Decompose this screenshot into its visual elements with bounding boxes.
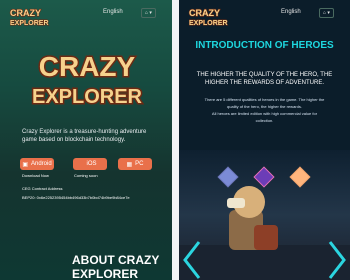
svg-text:EXPLORER: EXPLORER [32, 86, 143, 108]
contract-label: CEG Contract Address [22, 186, 63, 191]
download-now-label: Download Now [22, 173, 49, 178]
small-logo[interactable]: CRAZY EXPLORER [187, 6, 237, 28]
game-logo: CRAZY EXPLORER [30, 50, 144, 110]
heroes-title: INTRODUCTION OF HEROES [195, 40, 334, 51]
top-bar: CRAZY EXPLORER English ⌂ ▾ [179, 0, 350, 30]
pc-button[interactable]: ▦ PC [118, 158, 152, 170]
android-icon: ▣ [22, 161, 28, 168]
language-selector[interactable]: English [281, 9, 301, 15]
left-screen: CRAZY EXPLORER English ⌂ ▾ CRAZY EXPLORE… [0, 0, 172, 280]
svg-text:CRAZY: CRAZY [189, 8, 220, 18]
coming-soon-label: Coming soon [74, 173, 98, 178]
home-icon[interactable]: ⌂ ▾ [141, 8, 156, 18]
small-logo[interactable]: CRAZY EXPLORER [8, 6, 58, 28]
about-title: ABOUT CRAZY EXPLORER [72, 253, 160, 280]
svg-text:EXPLORER: EXPLORER [189, 20, 228, 27]
android-button[interactable]: ▣ Android [20, 158, 54, 170]
svg-text:CRAZY: CRAZY [39, 51, 136, 82]
top-bar: CRAZY EXPLORER English ⌂ ▾ [0, 0, 172, 30]
svg-text:CRAZY: CRAZY [10, 8, 41, 18]
heroes-subtitle: THE HIGHER THE QUALITY OF THE HERO, THE … [196, 72, 333, 86]
home-icon[interactable]: ⌂ ▾ [319, 8, 334, 18]
windows-icon: ▦ [126, 161, 133, 168]
svg-text:EXPLORER: EXPLORER [10, 20, 49, 27]
language-selector[interactable]: English [103, 9, 123, 15]
contract-address: BEP20: 0x6e2252395454bb496d33b7b0bd74b9b… [22, 195, 130, 200]
heroes-description: There are 5 different qualities of heroe… [204, 97, 325, 123]
ios-button[interactable]: iOS [73, 158, 107, 170]
right-screen: CRAZY EXPLORER English ⌂ ▾ INTRODUCTION … [179, 0, 350, 280]
divider [172, 0, 179, 280]
intro-text: Crazy Explorer is a treasure-hunting adv… [22, 129, 147, 143]
hero-scene [179, 150, 350, 280]
